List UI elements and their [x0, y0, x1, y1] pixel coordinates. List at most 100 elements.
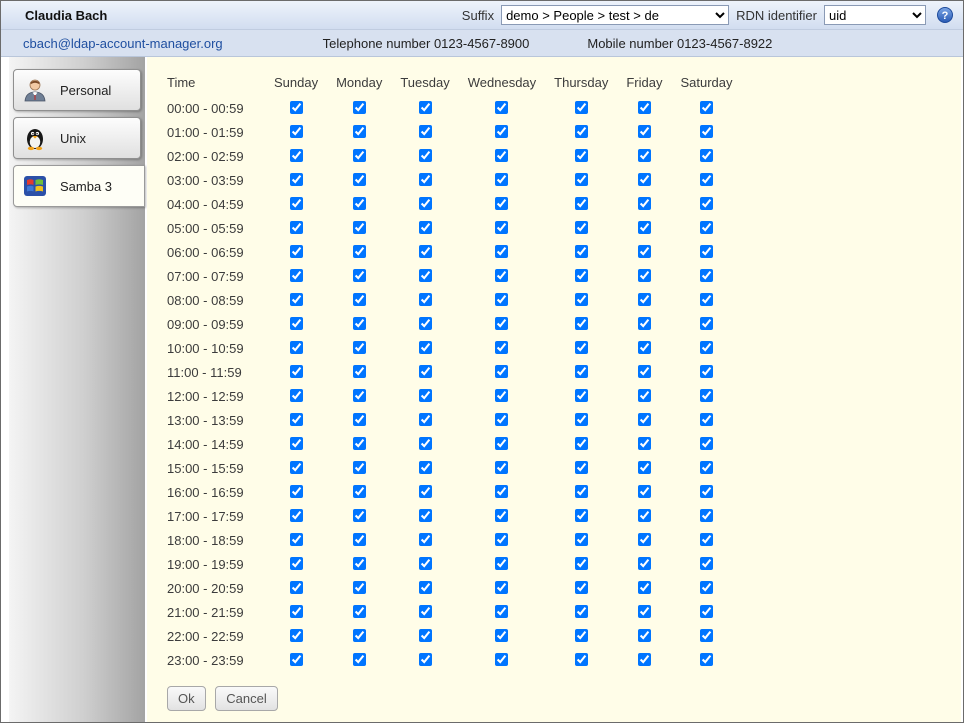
logon-hour-checkbox[interactable]	[638, 365, 651, 378]
logon-hour-checkbox[interactable]	[700, 293, 713, 306]
logon-hour-checkbox[interactable]	[638, 269, 651, 282]
logon-hour-checkbox[interactable]	[495, 653, 508, 666]
logon-hour-checkbox[interactable]	[495, 437, 508, 450]
logon-hour-checkbox[interactable]	[700, 509, 713, 522]
logon-hour-checkbox[interactable]	[495, 197, 508, 210]
tab-samba3[interactable]: Samba 3	[13, 165, 145, 207]
logon-hour-checkbox[interactable]	[353, 557, 366, 570]
logon-hour-checkbox[interactable]	[353, 581, 366, 594]
logon-hour-checkbox[interactable]	[419, 101, 432, 114]
logon-hour-checkbox[interactable]	[495, 365, 508, 378]
logon-hour-checkbox[interactable]	[700, 653, 713, 666]
logon-hour-checkbox[interactable]	[419, 629, 432, 642]
logon-hour-checkbox[interactable]	[290, 245, 303, 258]
logon-hour-checkbox[interactable]	[700, 101, 713, 114]
logon-hour-checkbox[interactable]	[419, 509, 432, 522]
logon-hour-checkbox[interactable]	[700, 365, 713, 378]
logon-hour-checkbox[interactable]	[495, 461, 508, 474]
logon-hour-checkbox[interactable]	[419, 125, 432, 138]
logon-hour-checkbox[interactable]	[495, 101, 508, 114]
logon-hour-checkbox[interactable]	[353, 605, 366, 618]
logon-hour-checkbox[interactable]	[638, 173, 651, 186]
logon-hour-checkbox[interactable]	[290, 269, 303, 282]
logon-hour-checkbox[interactable]	[419, 341, 432, 354]
logon-hour-checkbox[interactable]	[575, 557, 588, 570]
logon-hour-checkbox[interactable]	[290, 557, 303, 570]
logon-hour-checkbox[interactable]	[638, 101, 651, 114]
logon-hour-checkbox[interactable]	[700, 605, 713, 618]
suffix-select[interactable]: demo > People > test > de	[501, 5, 729, 25]
logon-hour-checkbox[interactable]	[353, 485, 366, 498]
logon-hour-checkbox[interactable]	[495, 629, 508, 642]
logon-hour-checkbox[interactable]	[638, 293, 651, 306]
logon-hour-checkbox[interactable]	[638, 389, 651, 402]
logon-hour-checkbox[interactable]	[290, 413, 303, 426]
logon-hour-checkbox[interactable]	[290, 581, 303, 594]
logon-hour-checkbox[interactable]	[700, 413, 713, 426]
logon-hour-checkbox[interactable]	[638, 605, 651, 618]
logon-hour-checkbox[interactable]	[495, 389, 508, 402]
logon-hour-checkbox[interactable]	[638, 149, 651, 162]
logon-hour-checkbox[interactable]	[700, 317, 713, 330]
logon-hour-checkbox[interactable]	[290, 125, 303, 138]
email-link[interactable]: cbach@ldap-account-manager.org	[23, 36, 223, 51]
logon-hour-checkbox[interactable]	[290, 485, 303, 498]
tab-personal[interactable]: Personal	[13, 69, 141, 111]
logon-hour-checkbox[interactable]	[419, 389, 432, 402]
logon-hour-checkbox[interactable]	[700, 557, 713, 570]
logon-hour-checkbox[interactable]	[419, 461, 432, 474]
logon-hour-checkbox[interactable]	[638, 461, 651, 474]
logon-hour-checkbox[interactable]	[353, 101, 366, 114]
logon-hour-checkbox[interactable]	[575, 293, 588, 306]
logon-hour-checkbox[interactable]	[290, 197, 303, 210]
logon-hour-checkbox[interactable]	[495, 485, 508, 498]
logon-hour-checkbox[interactable]	[700, 629, 713, 642]
logon-hour-checkbox[interactable]	[495, 605, 508, 618]
logon-hour-checkbox[interactable]	[700, 389, 713, 402]
logon-hour-checkbox[interactable]	[575, 389, 588, 402]
logon-hour-checkbox[interactable]	[575, 341, 588, 354]
logon-hour-checkbox[interactable]	[638, 485, 651, 498]
logon-hour-checkbox[interactable]	[495, 245, 508, 258]
logon-hour-checkbox[interactable]	[700, 125, 713, 138]
logon-hour-checkbox[interactable]	[638, 509, 651, 522]
logon-hour-checkbox[interactable]	[419, 581, 432, 594]
logon-hour-checkbox[interactable]	[495, 581, 508, 594]
logon-hour-checkbox[interactable]	[290, 437, 303, 450]
logon-hour-checkbox[interactable]	[495, 293, 508, 306]
logon-hour-checkbox[interactable]	[495, 125, 508, 138]
logon-hour-checkbox[interactable]	[353, 461, 366, 474]
cancel-button[interactable]: Cancel	[215, 686, 277, 711]
logon-hour-checkbox[interactable]	[700, 461, 713, 474]
logon-hour-checkbox[interactable]	[419, 173, 432, 186]
logon-hour-checkbox[interactable]	[290, 629, 303, 642]
logon-hour-checkbox[interactable]	[495, 149, 508, 162]
logon-hour-checkbox[interactable]	[700, 149, 713, 162]
logon-hour-checkbox[interactable]	[638, 629, 651, 642]
logon-hour-checkbox[interactable]	[575, 629, 588, 642]
logon-hour-checkbox[interactable]	[575, 269, 588, 282]
logon-hour-checkbox[interactable]	[638, 437, 651, 450]
logon-hour-checkbox[interactable]	[419, 293, 432, 306]
logon-hour-checkbox[interactable]	[290, 173, 303, 186]
logon-hour-checkbox[interactable]	[638, 125, 651, 138]
logon-hour-checkbox[interactable]	[638, 413, 651, 426]
logon-hour-checkbox[interactable]	[290, 605, 303, 618]
logon-hour-checkbox[interactable]	[353, 629, 366, 642]
logon-hour-checkbox[interactable]	[419, 317, 432, 330]
logon-hour-checkbox[interactable]	[575, 533, 588, 546]
logon-hour-checkbox[interactable]	[353, 245, 366, 258]
logon-hour-checkbox[interactable]	[638, 533, 651, 546]
tab-unix[interactable]: Unix	[13, 117, 141, 159]
logon-hour-checkbox[interactable]	[575, 581, 588, 594]
logon-hour-checkbox[interactable]	[419, 149, 432, 162]
logon-hour-checkbox[interactable]	[290, 509, 303, 522]
logon-hour-checkbox[interactable]	[353, 149, 366, 162]
logon-hour-checkbox[interactable]	[495, 533, 508, 546]
logon-hour-checkbox[interactable]	[495, 317, 508, 330]
logon-hour-checkbox[interactable]	[290, 317, 303, 330]
logon-hour-checkbox[interactable]	[290, 149, 303, 162]
logon-hour-checkbox[interactable]	[495, 173, 508, 186]
logon-hour-checkbox[interactable]	[700, 533, 713, 546]
logon-hour-checkbox[interactable]	[419, 197, 432, 210]
